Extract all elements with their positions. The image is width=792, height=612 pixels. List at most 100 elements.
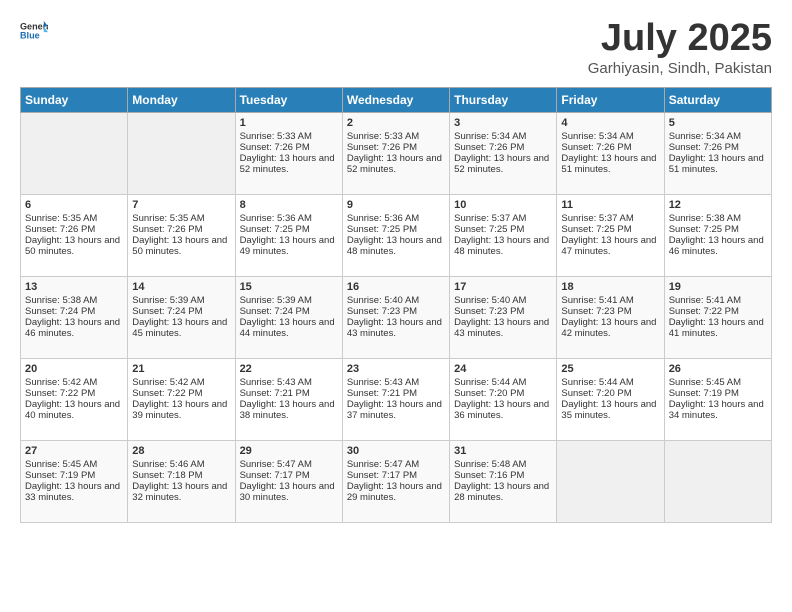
calendar-cell: 16 Sunrise: 5:40 AMSunset: 7:23 PMDayligh…	[342, 276, 449, 358]
daylight-text: Daylight: 13 hours and 33 minutes.	[25, 481, 123, 503]
sunrise-text: Sunrise: 5:48 AM	[454, 459, 552, 470]
calendar-cell: 27Sunrise: 5:45 AMSunset: 7:19 PMDayligh…	[21, 440, 128, 522]
daylight-text: Daylight: 13 hours and 43 minutes.	[454, 317, 552, 339]
daylight-text: Daylight: 13 hours and 40 minutes.	[25, 399, 123, 421]
sunrise-text: Sunrise: 5:33 AM	[240, 131, 338, 142]
sunset-text: Sunset: 7:22 PM	[669, 306, 767, 317]
col-header-wednesday: Wednesday	[342, 87, 449, 112]
sunrise-text: Sunrise: 5:34 AM	[561, 131, 659, 142]
sunset-text: Sunset: 7:23 PM	[347, 306, 445, 317]
week-row-5: 27Sunrise: 5:45 AMSunset: 7:19 PMDayligh…	[21, 440, 772, 522]
daylight-text: Daylight: 13 hours and 44 minutes.	[240, 317, 338, 339]
daylight-text: Daylight: 13 hours and 48 minutes.	[347, 235, 445, 257]
sunset-text: Sunset: 7:22 PM	[25, 388, 123, 399]
daylight-text: Daylight: 13 hours and 43 minutes.	[347, 317, 445, 339]
sunrise-text: Sunrise: 5:39 AM	[132, 295, 230, 306]
calendar-cell: 13Sunrise: 5:38 AMSunset: 7:24 PMDayligh…	[21, 276, 128, 358]
logo-icon: General Blue	[20, 16, 48, 44]
calendar-cell: 12Sunrise: 5:38 AMSunset: 7:25 PMDayligh…	[664, 194, 771, 276]
daylight-text: Daylight: 13 hours and 49 minutes.	[240, 235, 338, 257]
day-number: 14	[132, 281, 230, 293]
day-number: 19	[669, 281, 767, 293]
calendar-cell: 6Sunrise: 5:35 AMSunset: 7:26 PMDaylight…	[21, 194, 128, 276]
calendar-cell: 15 Sunrise: 5:39 AMSunset: 7:24 PMDayligh…	[235, 276, 342, 358]
sunset-text: Sunset: 7:26 PM	[561, 142, 659, 153]
calendar-cell: 10Sunrise: 5:37 AMSunset: 7:25 PMDayligh…	[450, 194, 557, 276]
sunrise-text: Sunrise: 5:42 AM	[132, 377, 230, 388]
sunset-text: Sunset: 7:24 PM	[132, 306, 230, 317]
sunrise-text: Sunrise: 5:44 AM	[561, 377, 659, 388]
calendar-cell: 31Sunrise: 5:48 AMSunset: 7:16 PMDayligh…	[450, 440, 557, 522]
daylight-text: Daylight: 13 hours and 50 minutes.	[132, 235, 230, 257]
logo: General Blue	[20, 18, 48, 49]
day-number: 24	[454, 363, 552, 375]
calendar-cell: 8Sunrise: 5:36 AMSunset: 7:25 PMDaylight…	[235, 194, 342, 276]
header: General Blue July 2025 Garhiyasin, Sindh…	[20, 18, 772, 77]
day-number: 15	[240, 281, 338, 293]
sunset-text: Sunset: 7:18 PM	[132, 470, 230, 481]
daylight-text: Daylight: 13 hours and 34 minutes.	[669, 399, 767, 421]
calendar-cell: 22Sunrise: 5:43 AMSunset: 7:21 PMDayligh…	[235, 358, 342, 440]
day-number: 10	[454, 199, 552, 211]
col-header-monday: Monday	[128, 87, 235, 112]
daylight-text: Daylight: 13 hours and 28 minutes.	[454, 481, 552, 503]
sunset-text: Sunset: 7:16 PM	[454, 470, 552, 481]
calendar-cell: 5Sunrise: 5:34 AMSunset: 7:26 PMDaylight…	[664, 112, 771, 194]
week-row-3: 13Sunrise: 5:38 AMSunset: 7:24 PMDayligh…	[21, 276, 772, 358]
calendar-cell: 21Sunrise: 5:42 AMSunset: 7:22 PMDayligh…	[128, 358, 235, 440]
sunset-text: Sunset: 7:25 PM	[240, 224, 338, 235]
daylight-text: Daylight: 13 hours and 41 minutes.	[669, 317, 767, 339]
sunset-text: Sunset: 7:23 PM	[561, 306, 659, 317]
calendar-cell: 18Sunrise: 5:41 AMSunset: 7:23 PMDayligh…	[557, 276, 664, 358]
week-row-4: 20Sunrise: 5:42 AMSunset: 7:22 PMDayligh…	[21, 358, 772, 440]
day-number: 28	[132, 445, 230, 457]
calendar-cell	[557, 440, 664, 522]
day-number: 9	[347, 199, 445, 211]
sunrise-text: Sunrise: 5:42 AM	[25, 377, 123, 388]
col-header-tuesday: Tuesday	[235, 87, 342, 112]
sunrise-text: Sunrise: 5:37 AM	[561, 213, 659, 224]
daylight-text: Daylight: 13 hours and 36 minutes.	[454, 399, 552, 421]
daylight-text: Daylight: 13 hours and 38 minutes.	[240, 399, 338, 421]
daylight-text: Daylight: 13 hours and 52 minutes.	[240, 153, 338, 175]
calendar-cell: 23Sunrise: 5:43 AMSunset: 7:21 PMDayligh…	[342, 358, 449, 440]
title-block: July 2025 Garhiyasin, Sindh, Pakistan	[588, 18, 772, 77]
col-header-friday: Friday	[557, 87, 664, 112]
daylight-text: Daylight: 13 hours and 39 minutes.	[132, 399, 230, 421]
sunset-text: Sunset: 7:23 PM	[454, 306, 552, 317]
day-number: 4	[561, 117, 659, 129]
calendar-cell: 28Sunrise: 5:46 AMSunset: 7:18 PMDayligh…	[128, 440, 235, 522]
calendar-page: General Blue July 2025 Garhiyasin, Sindh…	[0, 0, 792, 612]
day-number: 16	[347, 281, 445, 293]
col-header-sunday: Sunday	[21, 87, 128, 112]
sunset-text: Sunset: 7:25 PM	[347, 224, 445, 235]
header-row: SundayMondayTuesdayWednesdayThursdayFrid…	[21, 87, 772, 112]
daylight-text: Daylight: 13 hours and 37 minutes.	[347, 399, 445, 421]
month-title: July 2025	[588, 18, 772, 60]
calendar-cell: 3Sunrise: 5:34 AMSunset: 7:26 PMDaylight…	[450, 112, 557, 194]
sunrise-text: Sunrise: 5:40 AM	[347, 295, 445, 306]
sunset-text: Sunset: 7:17 PM	[240, 470, 338, 481]
day-number: 13	[25, 281, 123, 293]
calendar-cell: 19Sunrise: 5:41 AMSunset: 7:22 PMDayligh…	[664, 276, 771, 358]
sunrise-text: Sunrise: 5:47 AM	[240, 459, 338, 470]
sunset-text: Sunset: 7:21 PM	[240, 388, 338, 399]
calendar-cell: 17Sunrise: 5:40 AMSunset: 7:23 PMDayligh…	[450, 276, 557, 358]
sunrise-text: Sunrise: 5:35 AM	[132, 213, 230, 224]
sunrise-text: Sunrise: 5:40 AM	[454, 295, 552, 306]
daylight-text: Daylight: 13 hours and 50 minutes.	[25, 235, 123, 257]
day-number: 23	[347, 363, 445, 375]
daylight-text: Daylight: 13 hours and 52 minutes.	[454, 153, 552, 175]
svg-text:Blue: Blue	[20, 30, 40, 40]
sunrise-text: Sunrise: 5:33 AM	[347, 131, 445, 142]
sunrise-text: Sunrise: 5:45 AM	[25, 459, 123, 470]
calendar-cell	[128, 112, 235, 194]
sunset-text: Sunset: 7:24 PM	[240, 306, 338, 317]
col-header-saturday: Saturday	[664, 87, 771, 112]
calendar-cell: 14Sunrise: 5:39 AMSunset: 7:24 PMDayligh…	[128, 276, 235, 358]
sunset-text: Sunset: 7:19 PM	[669, 388, 767, 399]
calendar-cell	[21, 112, 128, 194]
day-number: 2	[347, 117, 445, 129]
sunrise-text: Sunrise: 5:39 AM	[240, 295, 338, 306]
day-number: 18	[561, 281, 659, 293]
